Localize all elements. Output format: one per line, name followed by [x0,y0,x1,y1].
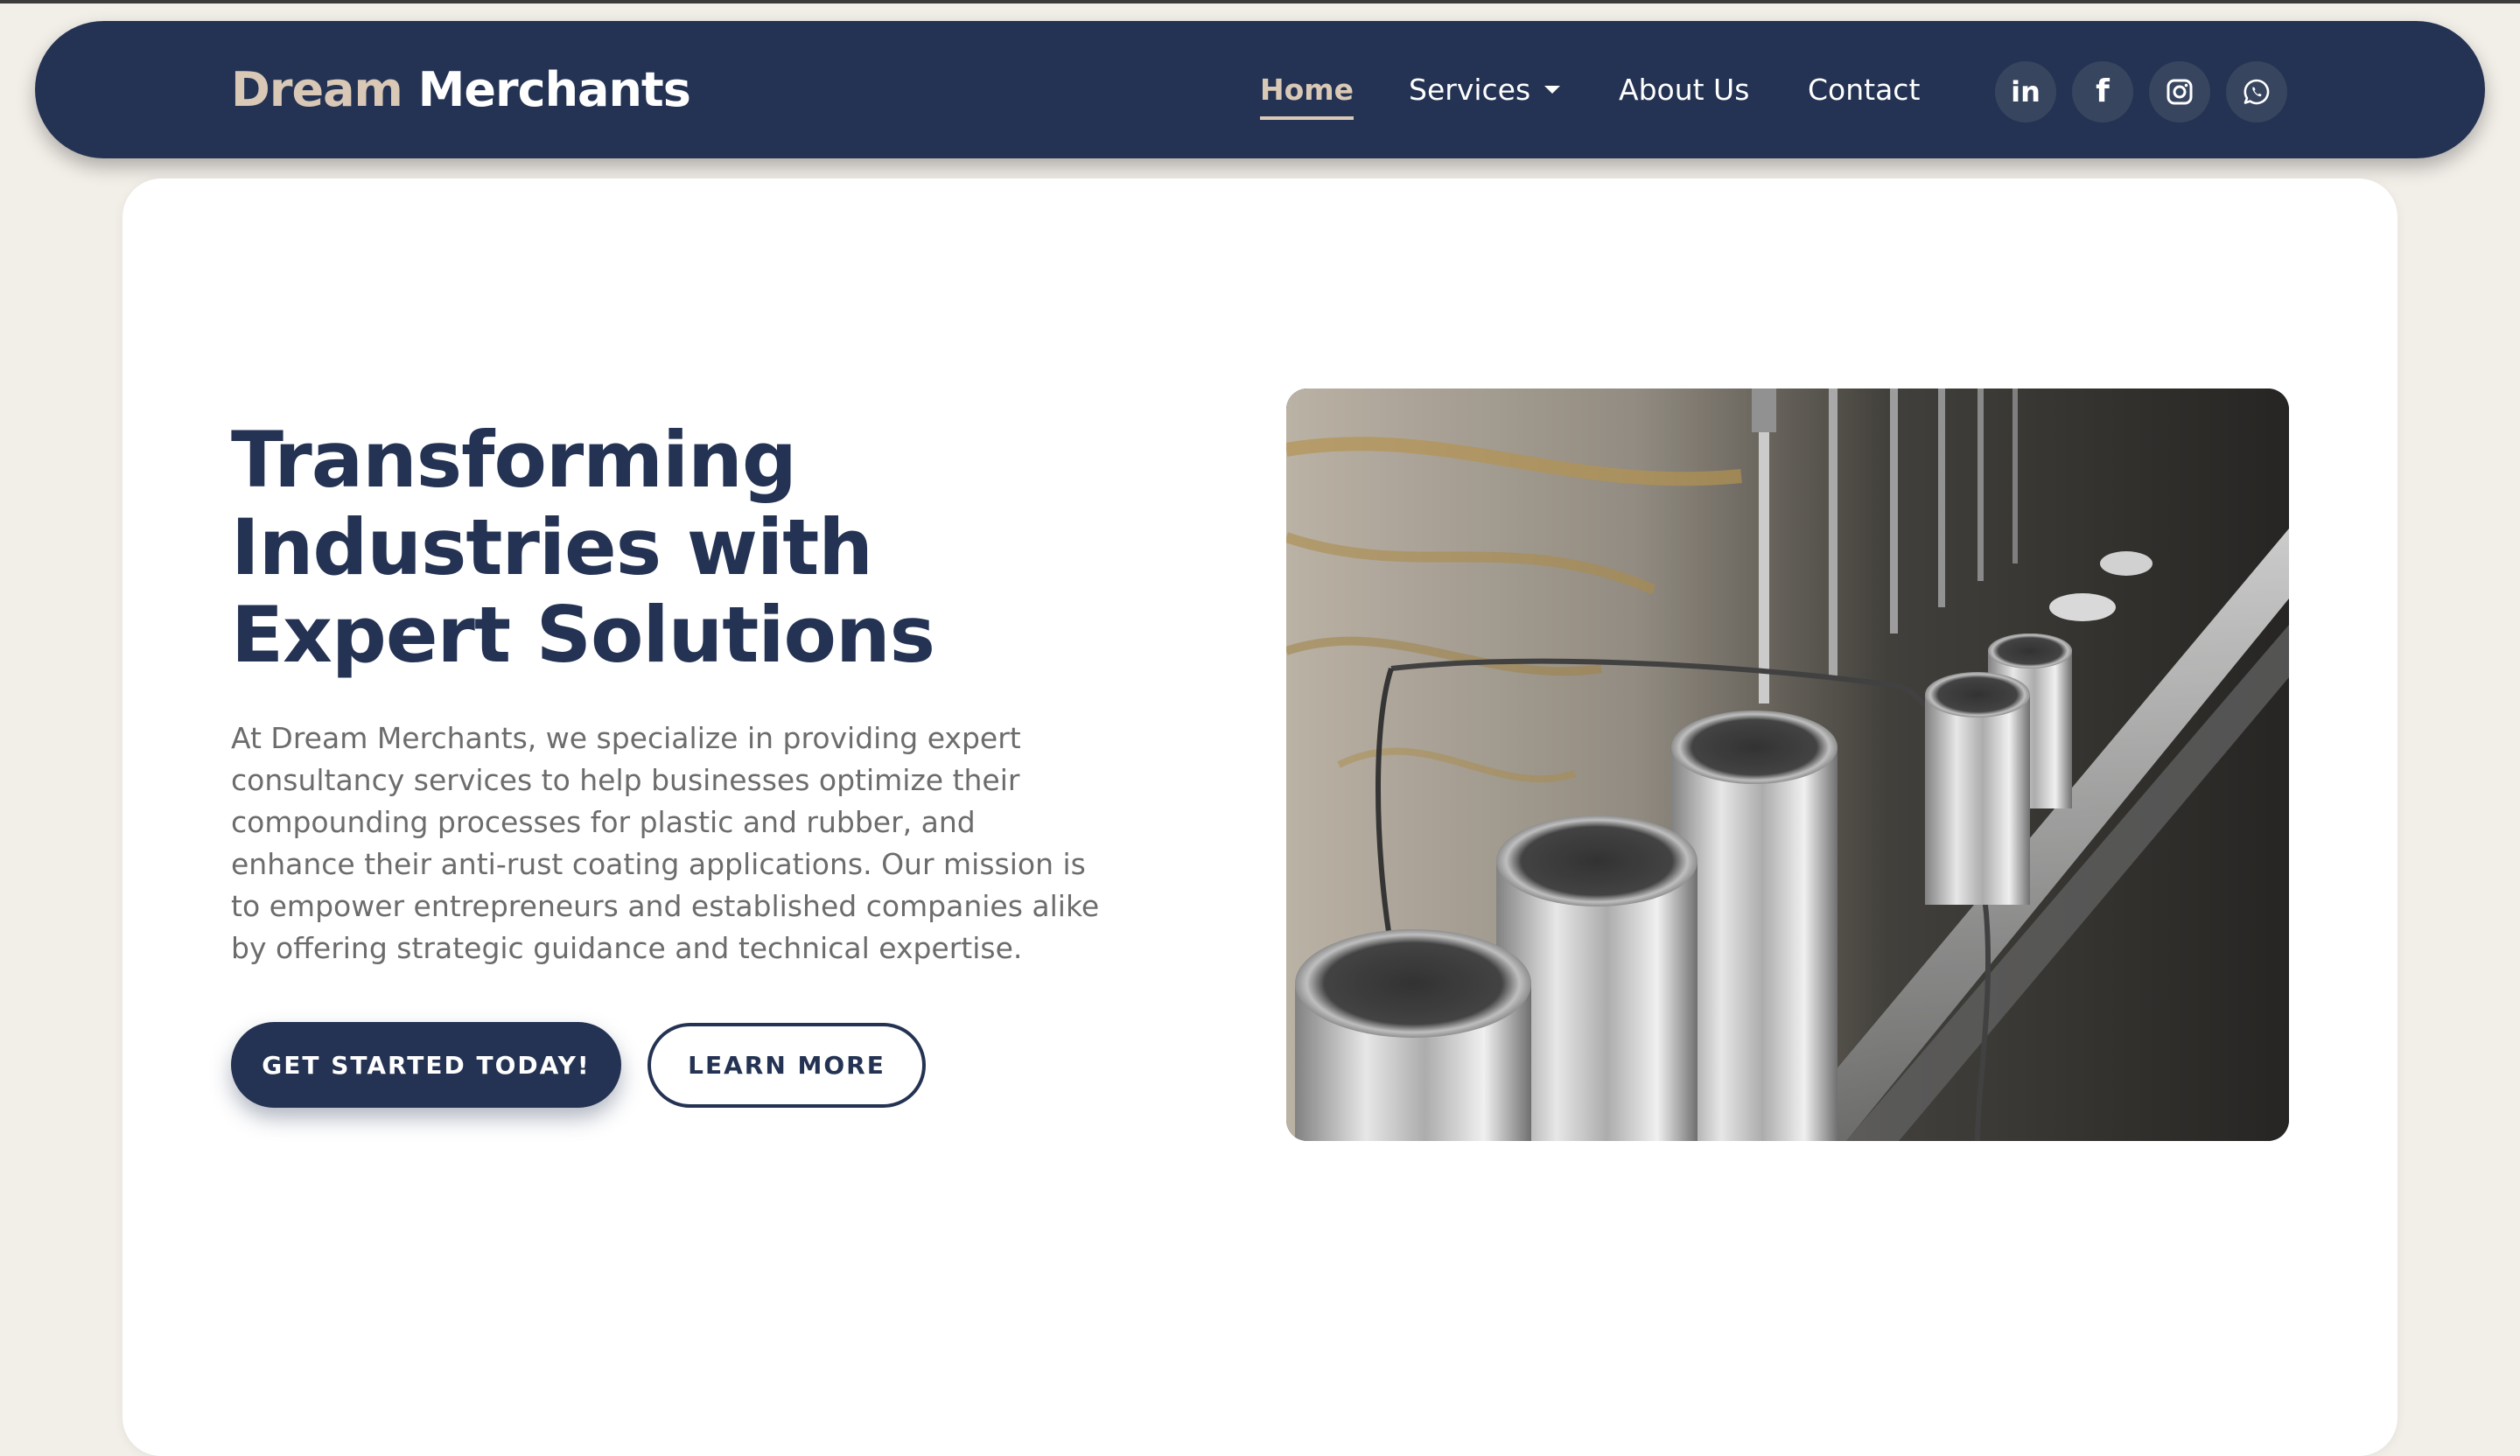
linkedin-icon: in [2011,75,2040,108]
brand-logo[interactable]: Dream Merchants [231,21,691,158]
nav-item-contact[interactable]: Contact [1808,21,1920,158]
chevron-down-icon [1544,86,1561,94]
whatsapp-icon [2244,79,2270,105]
hero-title: Transforming Industries with Expert Solu… [231,415,935,680]
active-nav-underline [1260,116,1354,120]
brand-name-part-2: Merchants [417,62,691,117]
nav-item-label: About Us [1619,73,1750,107]
learn-more-button[interactable]: LEARN MORE [648,1023,926,1108]
hero-image-cans-production-line [1286,388,2289,1141]
nav-item-about-us[interactable]: About Us [1619,21,1749,158]
facebook-button[interactable]: f [2072,61,2133,122]
browser-top-edge [0,0,2520,4]
hero-description: At Dream Merchants, we specialize in pro… [231,721,1100,965]
navbar: Dream Merchants Home Services About Us C… [35,21,2485,158]
brand-name-part-1: Dream [231,62,403,117]
get-started-button[interactable]: GET STARTED TODAY! [231,1022,621,1108]
nav-item-services[interactable]: Services [1409,21,1561,158]
linkedin-button[interactable]: in [1995,61,2056,122]
nav-item-label: Home [1260,73,1354,107]
whatsapp-button[interactable] [2226,61,2287,122]
facebook-icon: f [2096,74,2110,109]
hero-title-line: Transforming [231,415,797,505]
instagram-icon [2166,79,2193,105]
nav-item-label: Contact [1808,73,1921,107]
nav-item-home[interactable]: Home [1260,21,1354,158]
nav-item-label: Services [1409,73,1531,107]
hero-title-line: Industries with [231,502,873,592]
hero-image-illustration [1286,388,2289,1141]
instagram-button[interactable] [2149,61,2210,122]
hero-title-line: Expert Solutions [231,590,935,680]
